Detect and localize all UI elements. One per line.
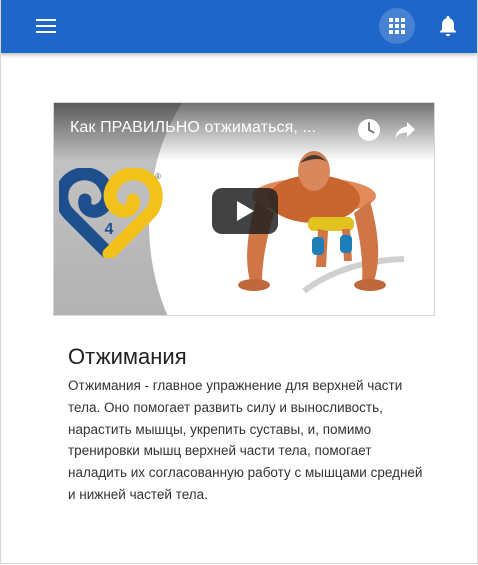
exercise-description: Отжимания - главное упражнение для верхн… xyxy=(68,378,423,502)
notifications-button[interactable] xyxy=(432,10,464,42)
share-icon[interactable] xyxy=(393,118,417,142)
menu-button[interactable] xyxy=(30,11,62,41)
hamburger-menu-icon xyxy=(36,19,56,33)
bell-icon xyxy=(440,15,456,36)
clock-icon[interactable] xyxy=(357,118,381,142)
video-title[interactable]: Как ПРАВИЛЬНО отжиматься, ... xyxy=(70,119,350,137)
play-icon xyxy=(237,201,254,221)
brand-logo: 4 ® xyxy=(59,168,163,258)
registered-mark: ® xyxy=(155,172,161,181)
play-button[interactable] xyxy=(212,188,278,234)
apps-button[interactable] xyxy=(379,8,415,44)
apps-grid-icon xyxy=(389,18,405,34)
exercise-title: Отжимания xyxy=(68,344,187,369)
video-player[interactable]: 4 ® Как ПРАВИЛЬНО отжиматься, ... xyxy=(53,102,435,316)
logo-number: 4 xyxy=(105,221,114,238)
app-bar xyxy=(0,0,478,53)
